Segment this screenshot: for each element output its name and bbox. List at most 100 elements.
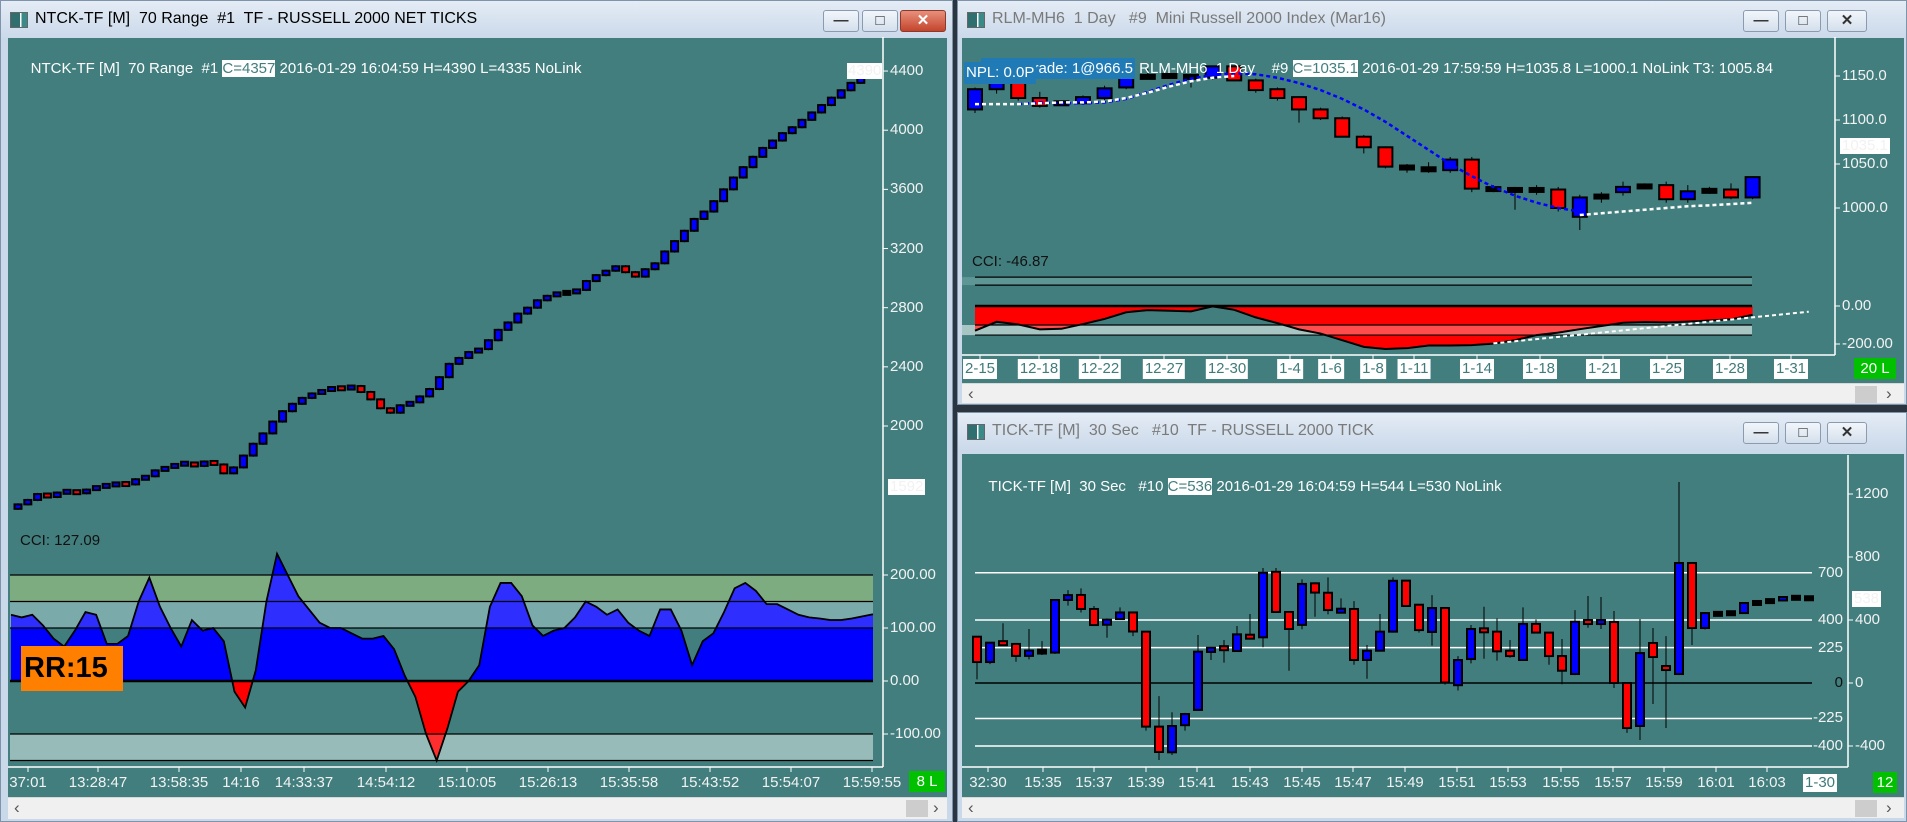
level-line-label: -225 — [1812, 709, 1843, 727]
rr-badge: RR:15 — [21, 646, 123, 691]
price-axis-label: 2000 — [890, 417, 924, 434]
window-title: RLM-MH6 1 Day #9 Mini Russell 2000 Index… — [992, 10, 1386, 27]
scroll-thumb[interactable] — [1855, 386, 1877, 403]
price-axis-label: 1200 — [1855, 485, 1889, 502]
chart-area[interactable] — [8, 38, 947, 797]
time-axis-label: 1-8 — [1360, 359, 1386, 379]
close-button[interactable]: ✕ — [900, 10, 946, 32]
level-price-marker: 1592 — [888, 478, 926, 495]
close-value: C=1035.1 — [1292, 60, 1359, 77]
close-value: C=536 — [1167, 478, 1213, 495]
time-axis-label: 15:39 — [1127, 774, 1165, 791]
horizontal-scrollbar[interactable]: ‹ › — [8, 797, 947, 819]
cci-axis-label: 200.00 — [890, 566, 936, 583]
date-label: 1-30 — [1802, 774, 1838, 792]
scroll-right-icon[interactable]: › — [1886, 798, 1892, 818]
scroll-left-icon[interactable]: ‹ — [968, 384, 974, 404]
level-line-label: 400 — [1817, 611, 1843, 628]
instrument-info: TICK-TF [M] 30 Sec #10 — [988, 478, 1168, 495]
time-axis-label: 15:43 — [1231, 774, 1269, 791]
time-axis-label: 15:49 — [1386, 774, 1424, 791]
time-axis-label: 15:55 — [1542, 774, 1580, 791]
npl-badge: NPL: 0.0P — [964, 62, 1037, 84]
cci-label: CCI: 127.09 — [20, 532, 101, 549]
time-axis-label: 12-30 — [1205, 359, 1249, 379]
time-axis-label: 37:01 — [9, 774, 47, 791]
scroll-left-icon[interactable]: ‹ — [968, 798, 974, 818]
close-button[interactable]: ✕ — [1827, 10, 1867, 32]
time-axis-label: 15:59:55 — [842, 774, 902, 791]
last-price-marker: 538 — [1852, 590, 1882, 607]
time-axis-label: 16:03 — [1748, 774, 1786, 791]
price-axis-label: 4000 — [890, 121, 924, 139]
instrument-info: NTCK-TF [M] 70 Range #1 — [30, 60, 223, 77]
price-axis-label: 2400 — [890, 357, 924, 375]
scroll-thumb[interactable] — [906, 800, 928, 817]
price-axis-label: 1050.0 — [1842, 155, 1888, 172]
time-axis-label: 15:26:13 — [518, 774, 578, 791]
minimize-button[interactable]: — — [1743, 10, 1779, 32]
ntck-chart-window: NTCK-TF [M] 70 Range #1 TF - RUSSELL 200… — [0, 0, 953, 822]
maximize-button[interactable]: □ — [1785, 422, 1821, 444]
chart-header: [Sim] Trade: 1@966.5 RLM-MH6 1 Day #9 C=… — [964, 42, 1773, 96]
time-axis-label: 1-25 — [1649, 359, 1685, 379]
horizontal-scrollbar[interactable]: ‹ › — [962, 797, 1904, 818]
title-bar[interactable]: RLM-MH6 1 Day #9 Mini Russell 2000 Index… — [958, 1, 1906, 38]
cci-axis-label: -100.00 — [890, 725, 941, 742]
bar-info: 2016-01-29 16:04:59 H=544 L=530 NoLink — [1212, 478, 1502, 495]
scroll-left-icon[interactable]: ‹ — [14, 798, 20, 818]
time-axis-label: 12-18 — [1017, 359, 1061, 379]
time-axis-label: 15:57 — [1594, 774, 1632, 791]
level-line-label: 700 — [1817, 563, 1843, 581]
time-axis-label: 16:01 — [1697, 774, 1735, 791]
title-bar[interactable]: TICK-TF [M] 30 Sec #10 TF - RUSSELL 2000… — [958, 413, 1906, 450]
chart-header: TICK-TF [M] 30 Sec #10 C=536 2016-01-29 … — [972, 460, 1502, 514]
scroll-right-icon[interactable]: › — [933, 798, 939, 818]
close-value: C=4357 — [222, 60, 276, 77]
time-axis-label: 1-21 — [1585, 359, 1621, 379]
time-axis-label: 15:41 — [1178, 774, 1216, 791]
time-axis-label: 15:43:52 — [680, 774, 740, 791]
level-line-label: -400 — [1812, 737, 1843, 754]
horizontal-scrollbar[interactable]: ‹ › — [962, 383, 1904, 403]
window-divider — [957, 405, 1907, 412]
close-button[interactable]: ✕ — [1827, 422, 1867, 444]
time-axis-label: 1-4 — [1277, 359, 1303, 379]
level-line-label: 0 — [1834, 674, 1843, 691]
time-axis-label: 14:54:12 — [356, 774, 416, 791]
price-axis-label: 800 — [1855, 548, 1881, 565]
time-axis-label: 15:35 — [1024, 774, 1062, 791]
time-axis-label: 15:51 — [1438, 774, 1476, 791]
time-axis-label: 1-6 — [1318, 359, 1344, 379]
time-axis-label: 15:54:07 — [761, 774, 821, 791]
price-axis-label: -400 — [1855, 737, 1886, 754]
time-axis-label: 32:30 — [969, 774, 1007, 791]
time-axis-label: 15:37 — [1075, 774, 1113, 791]
time-axis-label: 1-11 — [1397, 359, 1431, 379]
maximize-button[interactable]: □ — [1785, 10, 1821, 32]
time-axis-label: 15:45 — [1283, 774, 1321, 791]
time-axis-label: 13:28:47 — [68, 774, 128, 791]
minimize-button[interactable]: — — [823, 10, 859, 32]
maximize-button[interactable]: □ — [862, 10, 898, 32]
app-icon — [967, 12, 985, 28]
title-bar[interactable]: NTCK-TF [M] 70 Range #1 TF - RUSSELL 200… — [1, 1, 952, 38]
time-axis-label: 1-18 — [1522, 359, 1558, 379]
minimize-button[interactable]: — — [1743, 422, 1779, 444]
time-axis-label: 15:10:05 — [437, 774, 497, 791]
time-axis-label: 1-14 — [1459, 359, 1495, 379]
time-axis-label: 15:47 — [1334, 774, 1372, 791]
scroll-thumb[interactable] — [1855, 800, 1877, 817]
instrument-info: RLM-MH6 1 Day #9 — [1134, 60, 1293, 77]
time-axis-label: 15:59 — [1645, 774, 1683, 791]
time-axis-label: 15:35:58 — [599, 774, 659, 791]
time-axis-label: 14:16 — [222, 774, 260, 791]
price-axis-label: 1000.0 — [1842, 199, 1888, 216]
price-axis-label: 1150.0 — [1842, 67, 1887, 84]
scroll-right-icon[interactable]: › — [1886, 384, 1892, 404]
price-axis-label: 4400 — [890, 62, 924, 80]
cci-axis-label: 0.00 — [1842, 297, 1872, 314]
bars-count-badge: 8 L — [909, 771, 945, 792]
price-axis-label: 3200 — [890, 239, 924, 257]
cci-axis-label: 100.00 — [890, 619, 936, 636]
